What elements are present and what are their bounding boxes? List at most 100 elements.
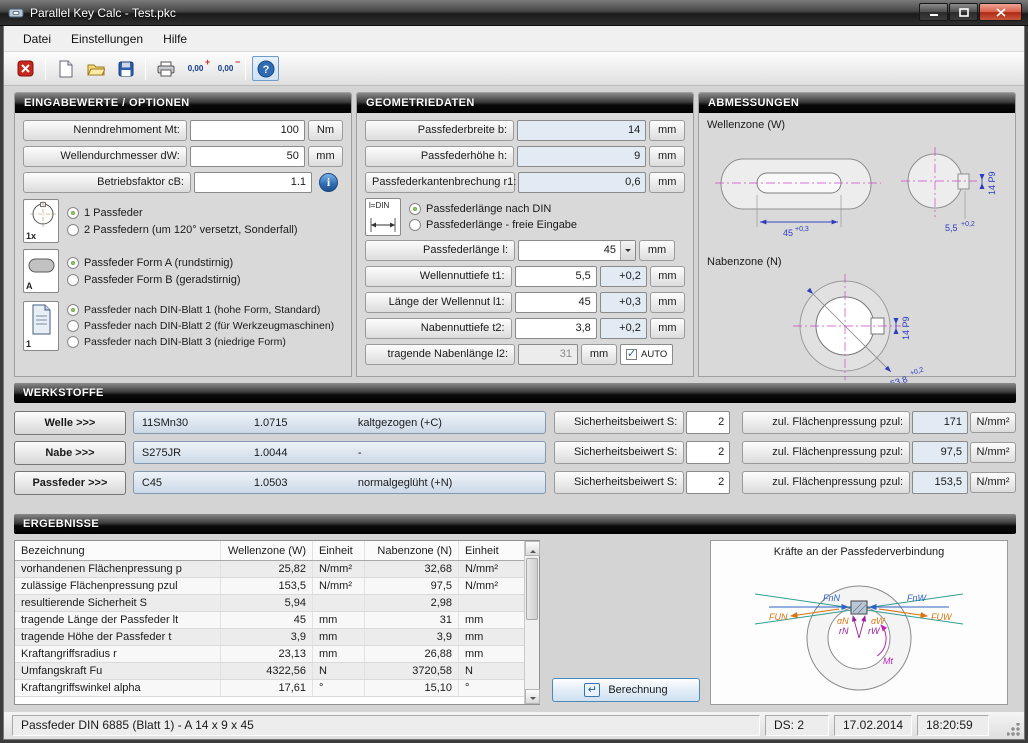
betriebsfaktor-input[interactable]: 1.1 — [194, 172, 312, 193]
passfederhoehe-unit: mm — [649, 146, 685, 167]
wellenzone-label: Wellenzone (W) — [705, 115, 1009, 131]
wellennuttiefe-input[interactable]: 5,5 — [515, 266, 597, 287]
wellendurchmesser-input[interactable]: 50 — [190, 146, 305, 167]
scrollbar-thumb[interactable] — [526, 558, 538, 620]
passfederlaenge-unit: mm — [639, 240, 675, 261]
kantenbrechung-unit: mm — [649, 172, 685, 193]
radio-din-blatt-1[interactable]: Passfeder nach DIN-Blatt 1 (hohe Form, S… — [67, 304, 334, 316]
help-button[interactable]: ? — [252, 56, 279, 81]
welle-material-field[interactable]: 11SMn30 1.0715 kaltgezogen (+C) — [133, 411, 547, 434]
welle-material-button[interactable]: Welle >>> — [14, 411, 126, 435]
radio-2-passfedern[interactable]: 2 Passfedern (um 120° versetzt, Sonderfa… — [67, 224, 298, 236]
ergebnisse-header: ERGEBNISSE — [14, 514, 1016, 534]
toolbar: 0,00+ 0,00− ? — [4, 52, 1024, 86]
nabennuttiefe-unit: mm — [650, 318, 685, 339]
nenndrehmoment-unit: Nm — [308, 120, 343, 141]
passfeder-material-field[interactable]: C45 1.0503 normalgeglüht (+N) — [133, 471, 547, 494]
welle-sicherheitsbeiwert-input[interactable]: 2 — [686, 411, 730, 434]
nabenlaenge-unit: mm — [581, 344, 617, 365]
close-button[interactable] — [979, 3, 1022, 21]
wellenzone-drawing: 45 +0,3 14 P9 5,5 +0,2 — [705, 131, 1009, 249]
passfederbreite-label: Passfederbreite b: — [365, 120, 514, 141]
nabenlaenge-label: tragende Nabenlänge l2: — [365, 344, 515, 365]
nenndrehmoment-input[interactable]: 100 — [190, 120, 305, 141]
minimize-button[interactable] — [919, 3, 948, 21]
radio-form-a[interactable]: Passfeder Form A (rundstirnig) — [67, 257, 241, 269]
resize-grip[interactable] — [1007, 723, 1020, 736]
app-icon — [8, 5, 24, 21]
pzul-label: zul. Flächenpressung pzul: — [742, 471, 910, 494]
status-date: 17.02.2014 — [834, 715, 912, 736]
radio-laenge-frei[interactable]: Passfederlänge - freie Eingabe — [409, 219, 577, 231]
passfederbreite-field[interactable]: 14 — [517, 120, 646, 141]
table-scrollbar[interactable] — [524, 541, 539, 704]
passfederlaenge-combobox[interactable]: 45 — [518, 240, 636, 261]
save-icon — [118, 61, 134, 77]
radio-icon — [67, 207, 79, 219]
slot-length-dim: 45 — [783, 228, 793, 238]
exit-icon — [17, 60, 34, 77]
wellendurchmesser-unit: mm — [308, 146, 343, 167]
passfeder-sicherheitsbeiwert-input[interactable]: 2 — [686, 471, 730, 494]
nabennuttiefe-tol: +0,2 — [600, 318, 647, 339]
status-time: 18:20:59 — [917, 715, 989, 736]
chevron-down-icon[interactable] — [620, 241, 635, 260]
info-button[interactable]: i — [319, 173, 338, 192]
passfederlaenge-value[interactable]: 45 — [519, 241, 620, 260]
abmessungen-panel: ABMESSUNGEN Wellenzone (W) 45 +0,3 — [698, 92, 1016, 377]
berechnung-button[interactable]: ↵ Berechnung — [552, 678, 700, 702]
radio-din-blatt-2[interactable]: Passfeder nach DIN-Blatt 2 (für Werkzeug… — [67, 320, 334, 332]
passfeder-material-button[interactable]: Passfeder >>> — [14, 471, 126, 495]
nabennuttiefe-input[interactable]: 3,8 — [515, 318, 597, 339]
help-icon: ? — [257, 60, 275, 78]
laenge-din-icon: l=DIN — [365, 198, 401, 236]
shaft-depth-tol: +0,2 — [961, 221, 975, 228]
auto-checkbox[interactable] — [626, 349, 637, 360]
passfeder-material-row: Passfeder >>> C45 1.0503 normalgeglüht (… — [14, 470, 1016, 495]
geometriedaten-header: GEOMETRIEDATEN — [357, 93, 693, 113]
radio-1-passfeder[interactable]: 1 Passfeder — [67, 207, 298, 219]
nabe-material-button[interactable]: Nabe >>> — [14, 441, 126, 465]
new-file-button[interactable] — [52, 56, 79, 81]
maximize-icon — [959, 8, 969, 17]
wellennut-laenge-input[interactable]: 45 — [515, 292, 597, 313]
radio-icon — [67, 304, 79, 316]
radio-icon — [67, 336, 79, 348]
nabennuttiefe-label: Nabennuttiefe t2: — [365, 318, 512, 339]
open-file-button[interactable] — [82, 56, 109, 81]
menu-datei[interactable]: Datei — [14, 28, 60, 50]
nabenlaenge-input[interactable]: 31 — [518, 344, 578, 365]
kantenbrechung-field[interactable]: 0,6 — [518, 172, 646, 193]
exit-button[interactable] — [12, 56, 39, 81]
slot-length-tol: +0,3 — [795, 226, 809, 233]
radio-din-blatt-3[interactable]: Passfeder nach DIN-Blatt 3 (niedrige For… — [67, 336, 334, 348]
toolbar-separator — [245, 58, 246, 80]
radio-icon — [409, 203, 421, 215]
menu-hilfe[interactable]: Hilfe — [154, 28, 196, 50]
nabe-material-field[interactable]: S275JR 1.0044 - — [133, 441, 547, 464]
radio-form-b[interactable]: Passfeder Form B (geradstirnig) — [67, 274, 241, 286]
table-row: Umfangskraft Fu4322,56N3720,58N — [15, 663, 539, 680]
scroll-up-icon[interactable] — [525, 541, 540, 556]
status-ds: DS: 2 — [765, 715, 829, 736]
welle-material-row: Welle >>> 11SMn30 1.0715 kaltgezogen (+C… — [14, 410, 1016, 435]
menu-einstellungen[interactable]: Einstellungen — [62, 28, 152, 50]
table-row: zulässige Flächenpressung pzul153,5N/mm²… — [15, 578, 539, 595]
decimal-decrease-button[interactable]: 0,00− — [212, 56, 239, 81]
passfederhoehe-field[interactable]: 9 — [517, 146, 646, 167]
radio-icon — [67, 224, 79, 236]
nabe-sicherheitsbeiwert-input[interactable]: 2 — [686, 441, 730, 464]
print-button[interactable] — [152, 56, 179, 81]
save-file-button[interactable] — [112, 56, 139, 81]
radio-laenge-din[interactable]: Passfederlänge nach DIN — [409, 203, 577, 215]
titlebar[interactable]: Parallel Key Calc - Test.pkc — [0, 0, 1028, 26]
auto-checkbox-field[interactable]: AUTO — [620, 344, 673, 365]
maximize-button[interactable] — [949, 3, 978, 21]
toolbar-separator — [45, 58, 46, 80]
decimal-increase-button[interactable]: 0,00+ — [182, 56, 209, 81]
nabe-material-row: Nabe >>> S275JR 1.0044 - Sicherheitsbeiw… — [14, 440, 1016, 465]
label-mt: Mt — [883, 656, 893, 666]
hub-dim-tol: +0,2 — [909, 366, 924, 377]
minimize-icon — [929, 8, 939, 17]
scroll-down-icon[interactable] — [525, 689, 540, 704]
